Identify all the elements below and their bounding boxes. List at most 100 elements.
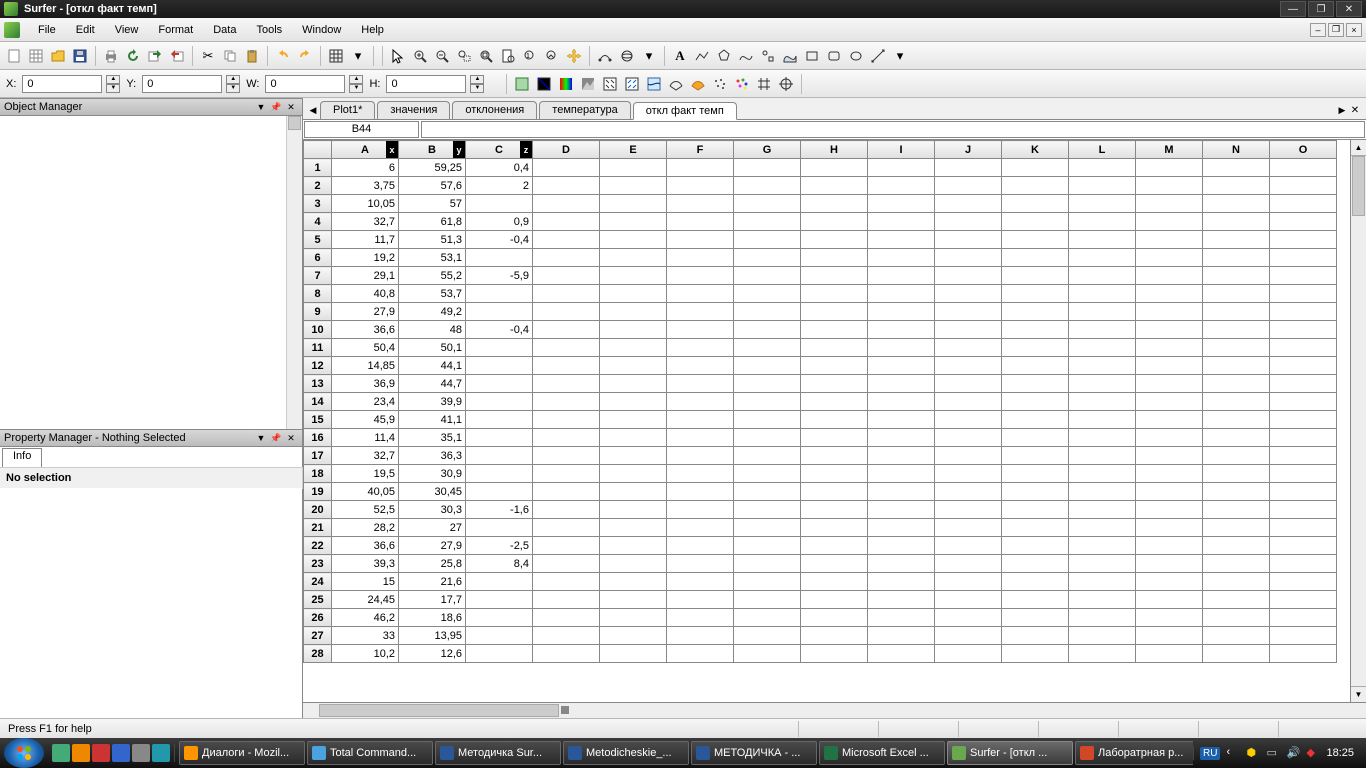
w-input[interactable] <box>265 75 345 93</box>
cell-N25[interactable] <box>1203 591 1270 609</box>
cell-E21[interactable] <box>600 519 667 537</box>
cell-G4[interactable] <box>734 213 801 231</box>
cell-E9[interactable] <box>600 303 667 321</box>
save-icon[interactable] <box>70 46 90 66</box>
print-icon[interactable] <box>101 46 121 66</box>
cell-D26[interactable] <box>533 609 600 627</box>
cell-N23[interactable] <box>1203 555 1270 573</box>
cell-I13[interactable] <box>868 375 935 393</box>
prop-pin-icon[interactable]: 📌 <box>269 431 283 445</box>
mdi-restore[interactable]: ❐ <box>1328 23 1344 37</box>
cell-J28[interactable] <box>935 645 1002 663</box>
cell-L13[interactable] <box>1069 375 1136 393</box>
cell-H15[interactable] <box>801 411 868 429</box>
cell-H28[interactable] <box>801 645 868 663</box>
cell-E8[interactable] <box>600 285 667 303</box>
cell-A17[interactable]: 32,7 <box>332 447 399 465</box>
tab-scroll-right[interactable]: ▶ <box>1336 101 1348 119</box>
cell-J14[interactable] <box>935 393 1002 411</box>
cell-H6[interactable] <box>801 249 868 267</box>
cell-K28[interactable] <box>1002 645 1069 663</box>
cell-B10[interactable]: 48 <box>399 321 466 339</box>
cell-K26[interactable] <box>1002 609 1069 627</box>
cell-A16[interactable]: 11,4 <box>332 429 399 447</box>
row-header-12[interactable]: 12 <box>304 357 332 375</box>
cell-E5[interactable] <box>600 231 667 249</box>
cell-O20[interactable] <box>1270 501 1337 519</box>
cell-L27[interactable] <box>1069 627 1136 645</box>
cell-F3[interactable] <box>667 195 734 213</box>
cell-N4[interactable] <box>1203 213 1270 231</box>
cell-D14[interactable] <box>533 393 600 411</box>
cell-N2[interactable] <box>1203 177 1270 195</box>
cell-D23[interactable] <box>533 555 600 573</box>
cell-C25[interactable] <box>466 591 533 609</box>
grid-node-icon[interactable] <box>754 74 774 94</box>
col-header-K[interactable]: K <box>1002 141 1069 159</box>
cell-C22[interactable]: -2,5 <box>466 537 533 555</box>
cell-I15[interactable] <box>868 411 935 429</box>
cell-A27[interactable]: 33 <box>332 627 399 645</box>
cell-N3[interactable] <box>1203 195 1270 213</box>
cell-K23[interactable] <box>1002 555 1069 573</box>
menu-edit[interactable]: Edit <box>66 21 105 39</box>
cell-M22[interactable] <box>1136 537 1203 555</box>
row-header-3[interactable]: 3 <box>304 195 332 213</box>
cell-C11[interactable] <box>466 339 533 357</box>
row-header-9[interactable]: 9 <box>304 303 332 321</box>
cell-F28[interactable] <box>667 645 734 663</box>
cell-F10[interactable] <box>667 321 734 339</box>
cell-J3[interactable] <box>935 195 1002 213</box>
cell-L24[interactable] <box>1069 573 1136 591</box>
cell-G9[interactable] <box>734 303 801 321</box>
cell-K3[interactable] <box>1002 195 1069 213</box>
cell-E3[interactable] <box>600 195 667 213</box>
rounded-rect-icon[interactable] <box>824 46 844 66</box>
cell-E24[interactable] <box>600 573 667 591</box>
cell-O2[interactable] <box>1270 177 1337 195</box>
cell-B5[interactable]: 51,3 <box>399 231 466 249</box>
cell-C27[interactable] <box>466 627 533 645</box>
cell-C7[interactable]: -5,9 <box>466 267 533 285</box>
cell-M16[interactable] <box>1136 429 1203 447</box>
row-header-5[interactable]: 5 <box>304 231 332 249</box>
cell-reference[interactable]: B44 <box>304 121 419 138</box>
cell-G16[interactable] <box>734 429 801 447</box>
cell-L26[interactable] <box>1069 609 1136 627</box>
cell-F8[interactable] <box>667 285 734 303</box>
measure-icon[interactable] <box>868 46 888 66</box>
vector-2-icon[interactable] <box>622 74 642 94</box>
cell-E2[interactable] <box>600 177 667 195</box>
cell-E6[interactable] <box>600 249 667 267</box>
cell-D8[interactable] <box>533 285 600 303</box>
cell-M21[interactable] <box>1136 519 1203 537</box>
task-item-0[interactable]: Диалоги - Mozil... <box>179 741 305 765</box>
cell-F4[interactable] <box>667 213 734 231</box>
y-input[interactable] <box>142 75 222 93</box>
cell-J2[interactable] <box>935 177 1002 195</box>
cell-O28[interactable] <box>1270 645 1337 663</box>
cell-D13[interactable] <box>533 375 600 393</box>
doc-tab-3[interactable]: температура <box>539 101 630 119</box>
cell-O23[interactable] <box>1270 555 1337 573</box>
cell-D19[interactable] <box>533 483 600 501</box>
cell-D17[interactable] <box>533 447 600 465</box>
cell-J22[interactable] <box>935 537 1002 555</box>
cell-D12[interactable] <box>533 357 600 375</box>
cell-L15[interactable] <box>1069 411 1136 429</box>
cell-I20[interactable] <box>868 501 935 519</box>
tray-av-icon[interactable]: ◆ <box>1306 746 1320 760</box>
formula-input[interactable] <box>421 121 1365 138</box>
cell-K19[interactable] <box>1002 483 1069 501</box>
digitize-icon[interactable] <box>776 74 796 94</box>
cell-N14[interactable] <box>1203 393 1270 411</box>
cell-L11[interactable] <box>1069 339 1136 357</box>
tray-network-icon[interactable]: ▭ <box>1266 746 1280 760</box>
row-header-16[interactable]: 16 <box>304 429 332 447</box>
cell-J15[interactable] <box>935 411 1002 429</box>
ql-icon-4[interactable] <box>112 744 130 762</box>
cell-D25[interactable] <box>533 591 600 609</box>
cell-I16[interactable] <box>868 429 935 447</box>
cell-J5[interactable] <box>935 231 1002 249</box>
grid-icon[interactable] <box>326 46 346 66</box>
